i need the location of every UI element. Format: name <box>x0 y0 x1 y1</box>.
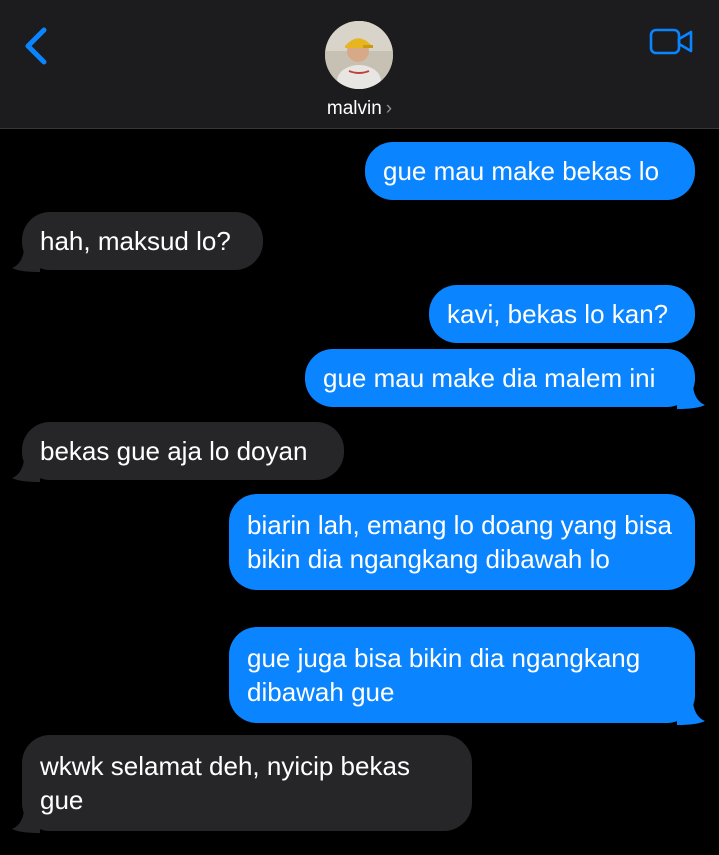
message-bubble-outgoing[interactable]: biarin lah, emang lo doang yang bisa bik… <box>229 494 695 590</box>
message-text: kavi, bekas lo kan? <box>447 299 669 329</box>
bubble-tail <box>677 703 705 725</box>
message-bubble-outgoing[interactable]: kavi, bekas lo kan? <box>429 285 695 343</box>
message-bubble-incoming[interactable]: hah, maksud lo? <box>12 212 263 272</box>
message-text: gue mau make bekas lo <box>383 156 660 186</box>
message-bubble-incoming[interactable]: bekas gue aja lo doyan <box>12 422 344 482</box>
message-bubble-outgoing[interactable]: gue mau make bekas lo <box>365 142 695 200</box>
message-text: gue mau make dia malem ini <box>323 363 656 393</box>
message-thread[interactable]: gue mau make bekas lo hah, maksud lo? ka… <box>0 130 719 855</box>
message-bubble-outgoing[interactable]: gue juga bisa bikin dia ngangkang dibawa… <box>229 627 705 725</box>
avatar[interactable] <box>325 21 393 89</box>
message-text: hah, maksud lo? <box>40 226 231 256</box>
message-text: bekas gue aja lo doyan <box>40 436 308 466</box>
bubble-tail <box>12 811 40 833</box>
message-text: gue juga bisa bikin dia ngangkang dibawa… <box>247 643 641 707</box>
message-text: wkwk selamat deh, nyicip bekas gue <box>40 751 410 815</box>
bubble-tail <box>12 250 40 272</box>
chevron-right-icon: › <box>385 98 393 119</box>
avatar-image <box>325 21 393 89</box>
bubble-tail <box>677 387 705 409</box>
conversation-header: malvin › <box>0 0 719 129</box>
contact-name: malvin <box>326 98 382 119</box>
message-text: biarin lah, emang lo doang yang bisa bik… <box>247 510 672 574</box>
back-button[interactable] <box>20 24 56 68</box>
bubble-tail <box>12 460 40 482</box>
message-bubble-incoming[interactable]: wkwk selamat deh, nyicip bekas gue <box>12 735 472 833</box>
contact-name-button[interactable]: malvin › <box>0 98 719 120</box>
message-bubble-outgoing[interactable]: gue mau make dia malem ini <box>305 349 705 409</box>
chevron-left-icon <box>25 27 47 65</box>
facetime-button[interactable] <box>648 26 696 58</box>
video-camera-icon <box>649 28 693 55</box>
